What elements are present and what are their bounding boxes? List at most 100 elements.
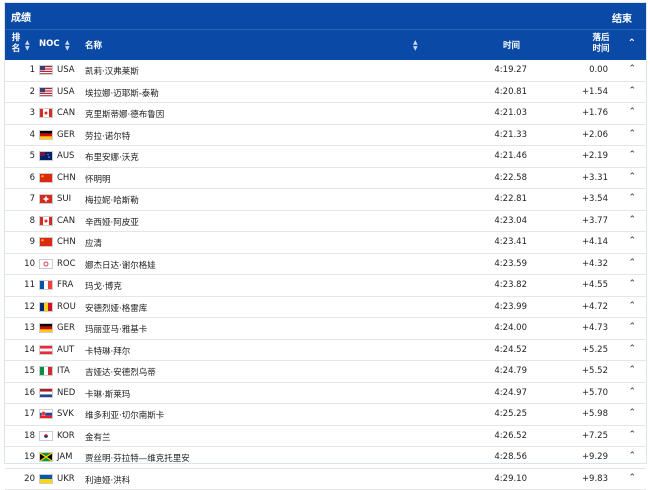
expand-row-icon[interactable]: ⌃ [628,107,636,117]
rank-cell: 9 [5,237,35,247]
sort-noc-icon[interactable]: ▲▼ [65,40,70,52]
athlete-name-cell[interactable]: 维多利亚·切尔南斯卡 [85,409,164,421]
expand-row-icon[interactable]: ⌃ [628,150,636,160]
expand-row-icon[interactable]: ⌃ [628,344,636,354]
table-row[interactable]: 3 CAN 克里斯蒂娜·德布鲁因 4:21.03 +1.76 ⌃ [5,103,646,125]
ger-flag-icon [39,130,53,140]
expand-row-icon[interactable]: ⌃ [628,279,636,289]
expand-row-icon[interactable]: ⌃ [628,430,636,440]
table-row[interactable]: 13 GER 玛丽亚马·雅基卡 4:24.00 +4.73 ⌃ [5,318,646,340]
ita-flag-icon [39,366,53,376]
rank-cell: 6 [5,173,35,183]
behind-cell: +5.98 [582,409,608,419]
noc-cell: CHN [57,173,76,183]
expand-row-icon[interactable]: ⌃ [628,408,636,418]
table-row[interactable]: 5 AUS 布里安娜·沃克 4:21.46 +2.19 ⌃ [5,146,646,168]
time-cell: 4:24.97 [494,388,527,398]
sort-name-icon[interactable]: ▲▼ [413,40,418,52]
table-row[interactable]: 2 USA 埃拉娜·迈耶斯-泰勒 4:20.81 +1.54 ⌃ [5,82,646,104]
table-row[interactable]: 11 FRA 玛戈·博克 4:23.82 +4.55 ⌃ [5,275,646,297]
table-row[interactable]: 1 USA 凯莉·汉弗莱斯 4:19.27 0.00 ⌃ [5,60,646,82]
time-cell: 4:21.46 [494,151,527,161]
rank-cell: 3 [5,108,35,118]
rank-cell: 8 [5,216,35,226]
table-row[interactable]: 15 ITA 吉娅达·安德烈乌蒂 4:24.79 +5.52 ⌃ [5,361,646,383]
expand-row-icon[interactable]: ⌃ [628,64,636,74]
time-cell: 4:24.00 [494,323,527,333]
svk-flag-icon [39,409,53,419]
noc-cell: AUT [57,345,74,355]
athlete-name-cell[interactable]: 凯莉·汉弗莱斯 [85,65,139,77]
expand-row-icon[interactable]: ⌃ [628,322,636,332]
behind-cell: +4.73 [582,323,608,333]
time-cell: 4:23.59 [494,259,527,269]
table-row[interactable]: 9 CHN 应清 4:23.41 +4.14 ⌃ [5,232,646,254]
time-cell: 4:22.58 [494,173,527,183]
rank-cell: 16 [5,388,35,398]
athlete-name-cell[interactable]: 吉娅达·安德烈乌蒂 [85,366,156,378]
athlete-name-cell[interactable]: 克里斯蒂娜·德布鲁因 [85,108,164,120]
athlete-name-cell[interactable]: 梅拉妮·哈斯勒 [85,194,139,206]
table-row[interactable]: 10 ROC 娜杰日达·谢尔格娃 4:23.59 +4.32 ⌃ [5,254,646,276]
table-row[interactable]: 6 CHN 怀明明 4:22.58 +3.31 ⌃ [5,168,646,190]
athlete-name-cell[interactable]: 埃拉娜·迈耶斯-泰勒 [85,87,159,99]
time-cell: 4:29.10 [494,474,527,484]
athlete-name-cell[interactable]: 劳拉·诺尔特 [85,130,130,142]
table-row[interactable]: 16 NED 卡琳·斯莱玛 4:24.97 +5.70 ⌃ [5,383,646,405]
time-cell: 4:23.82 [494,280,527,290]
sort-rank-icon[interactable]: ▲▼ [25,40,30,52]
athlete-name-cell[interactable]: 金有兰 [85,431,111,443]
roc-flag-icon [39,259,53,269]
athlete-name-cell[interactable]: 贾丝明·芬拉特—维克托里安 [85,452,190,464]
table-row[interactable]: 8 CAN 辛西娅·阿皮亚 4:23.04 +3.77 ⌃ [5,211,646,233]
expand-row-icon[interactable]: ⌃ [628,473,636,483]
col-name-header[interactable]: 名称 [85,39,102,51]
table-row[interactable]: 18 KOR 金有兰 4:26.52 +7.25 ⌃ [5,426,646,448]
athlete-name-cell[interactable]: 利迪娅·洪科 [85,474,130,486]
athlete-name-cell[interactable]: 娜杰日达·谢尔格娃 [85,259,156,271]
col-noc-header[interactable]: NOC [39,39,60,49]
rank-cell: 4 [5,130,35,140]
col-behind-header[interactable]: 落后时间 [589,33,613,55]
expand-row-icon[interactable]: ⌃ [628,129,636,139]
athlete-name-cell[interactable]: 怀明明 [85,173,111,185]
results-panel: 成绩 结束 排名 ▲▼ NOC ▲▼ 名称 ▲▼ 时间 落后时间 ⌃ 1 USA… [4,2,647,464]
expand-row-icon[interactable]: ⌃ [628,365,636,375]
athlete-name-cell[interactable]: 辛西娅·阿皮亚 [85,216,139,228]
expand-row-icon[interactable]: ⌃ [628,451,636,461]
expand-row-icon[interactable]: ⌃ [628,215,636,225]
expand-row-icon[interactable]: ⌃ [628,86,636,96]
table-row[interactable]: 4 GER 劳拉·诺尔特 4:21.33 +2.06 ⌃ [5,125,646,147]
col-time-header[interactable]: 时间 [503,39,520,51]
noc-cell: ROU [57,302,76,312]
collapse-all-icon[interactable]: ⌃ [628,38,636,49]
table-row[interactable]: 20 UKR 利迪娅·洪科 4:29.10 +9.83 ⌃ [5,469,646,490]
fra-flag-icon [39,280,53,290]
expand-row-icon[interactable]: ⌃ [628,387,636,397]
athlete-name-cell[interactable]: 安德烈娅·格雷库 [85,302,147,314]
behind-cell: +2.06 [582,130,608,140]
behind-cell: +4.72 [582,302,608,312]
table-row[interactable]: 17 SVK 维多利亚·切尔南斯卡 4:25.25 +5.98 ⌃ [5,404,646,426]
behind-cell: +1.76 [582,108,608,118]
athlete-name-cell[interactable]: 卡琳·斯莱玛 [85,388,130,400]
ned-flag-icon [39,388,53,398]
time-cell: 4:26.52 [494,431,527,441]
athlete-name-cell[interactable]: 卡特琳·拜尔 [85,345,130,357]
expand-row-icon[interactable]: ⌃ [628,236,636,246]
noc-cell: GER [57,323,75,333]
table-row[interactable]: 7 SUI 梅拉妮·哈斯勒 4:22.81 +3.54 ⌃ [5,189,646,211]
noc-cell: SUI [57,194,71,204]
table-row[interactable]: 14 AUT 卡特琳·拜尔 4:24.52 +5.25 ⌃ [5,340,646,362]
col-rank-header[interactable]: 排名 [9,33,23,55]
athlete-name-cell[interactable]: 玛戈·博克 [85,280,122,292]
expand-row-icon[interactable]: ⌃ [628,172,636,182]
expand-row-icon[interactable]: ⌃ [628,193,636,203]
expand-row-icon[interactable]: ⌃ [628,258,636,268]
athlete-name-cell[interactable]: 玛丽亚马·雅基卡 [85,323,147,335]
athlete-name-cell[interactable]: 应清 [85,237,102,249]
table-row[interactable]: 19 JAM 贾丝明·芬拉特—维克托里安 4:28.56 +9.29 ⌃ [5,447,646,469]
athlete-name-cell[interactable]: 布里安娜·沃克 [85,151,139,163]
table-row[interactable]: 12 ROU 安德烈娅·格雷库 4:23.99 +4.72 ⌃ [5,297,646,319]
expand-row-icon[interactable]: ⌃ [628,301,636,311]
